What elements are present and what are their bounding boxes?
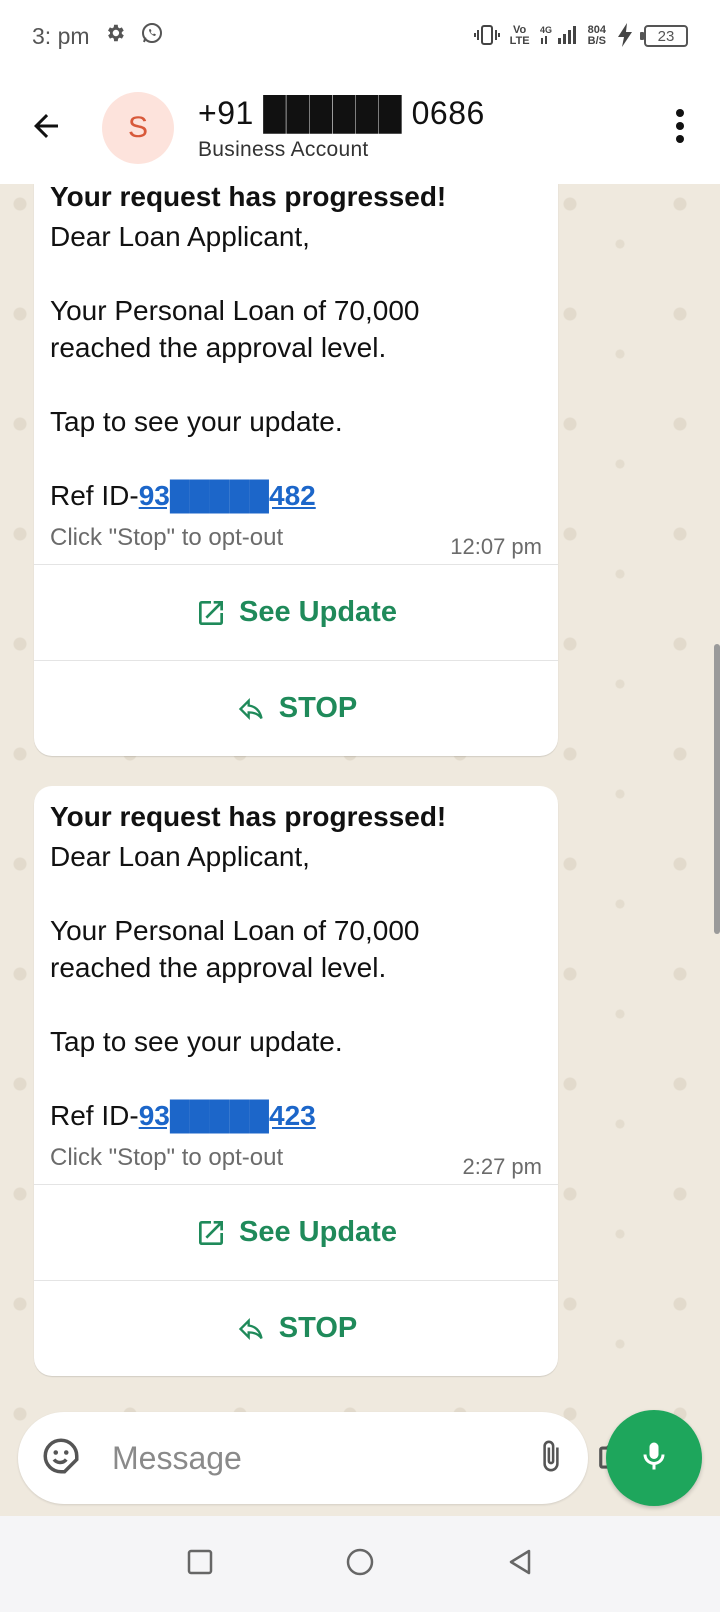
chat-header: S +91 ██████ 0686 Business Account [0,72,720,184]
triangle-back-icon [505,1547,535,1582]
message-body: Your request has progressed! Dear Loan A… [34,786,558,1184]
whatsapp-icon [140,21,164,51]
message-time: 12:07 pm [450,534,542,559]
see-update-button[interactable]: See Update [34,564,558,660]
attach-button[interactable] [534,1430,568,1486]
ref-id-line: Ref ID-93█████423 [50,1097,542,1134]
sticker-icon [40,1435,82,1482]
voice-message-button[interactable] [606,1410,702,1506]
status-right: Vo LTE 4G 804 B/S 23 [473,22,688,50]
square-icon [186,1548,214,1581]
contact-name: +91 ██████ 0686 [198,94,485,131]
ref-id-prefix: Ref ID- [50,1100,139,1131]
message-bubble[interactable]: Your request has progressed! Dear Loan A… [34,786,558,1376]
stop-button[interactable]: STOP [34,660,558,756]
overflow-menu-button[interactable] [640,72,720,184]
contact-avatar[interactable]: S [102,92,174,164]
status-left: 3: pm [32,21,164,51]
message-footer: Click "Stop" to opt-out 12:07 pm [50,524,542,564]
volte-indicator: Vo LTE [510,25,530,47]
chat-area[interactable]: Your request has progressed! Dear Loan A… [0,184,720,1516]
open-external-icon [195,1217,227,1249]
message-body: Your request has progressed! Dear Loan A… [34,184,558,564]
ref-id-link[interactable]: 93█████482 [139,480,316,511]
back-button[interactable] [0,72,92,184]
reply-arrow-icon [235,695,267,723]
contact-info[interactable]: +91 ██████ 0686 Business Account [198,95,485,162]
recents-button[interactable] [170,1534,230,1594]
scrollbar-thumb[interactable] [714,644,720,934]
microphone-icon [636,1436,672,1481]
message-bubble[interactable]: Your request has progressed! Dear Loan A… [34,184,558,756]
open-external-icon [195,597,227,629]
arrow-left-icon [28,108,64,149]
back-nav-button[interactable] [490,1534,550,1594]
settings-gear-icon [104,22,126,50]
message-title: Your request has progressed! [50,801,447,832]
ref-id-link[interactable]: 93█████423 [139,1100,316,1131]
contact-subtitle: Business Account [198,137,369,161]
see-update-button[interactable]: See Update [34,1184,558,1280]
message-greeting: Dear Loan Applicant, [50,841,310,872]
optout-text: Click "Stop" to opt-out [50,524,284,551]
message-time: 2:27 pm [462,1154,543,1179]
reply-arrow-icon [235,1315,267,1343]
net-speed: 804 B/S [588,25,606,47]
vibrate-icon [473,24,500,49]
ref-id-prefix: Ref ID- [50,480,139,511]
ref-id-line: Ref ID-93█████482 [50,477,542,514]
stop-label: STOP [278,692,358,724]
home-button[interactable] [330,1534,390,1594]
optout-text: Click "Stop" to opt-out [50,1144,284,1171]
more-vert-icon [675,108,685,149]
system-nav-bar [0,1516,720,1612]
status-time: 3: pm [32,22,90,49]
message-greeting: Dear Loan Applicant, [50,221,310,252]
battery-indicator: 23 [640,25,688,47]
message-title: Your request has progressed! [50,184,447,212]
charging-bolt-icon [616,22,634,50]
paperclip-icon [534,1436,568,1481]
see-update-label: See Update [239,1216,397,1248]
message-text: Your Personal Loan of 70,000 reached the… [50,915,420,983]
stop-label: STOP [278,1312,358,1344]
volte-bottom: LTE [509,35,530,47]
message-text: Your Personal Loan of 70,000 reached the… [50,295,420,363]
circle-icon [345,1547,375,1582]
message-tap-text: Tap to see your update. [50,406,343,437]
net-speed-unit: B/S [587,35,606,47]
signal-4g-icon: 4G [540,24,578,49]
see-update-label: See Update [239,596,397,628]
message-composer [18,1412,631,1504]
stop-button[interactable]: STOP [34,1280,558,1376]
message-footer: Click "Stop" to opt-out 2:27 pm [50,1144,542,1184]
emoji-sticker-button[interactable] [40,1430,82,1486]
message-input[interactable] [110,1438,534,1478]
message-tap-text: Tap to see your update. [50,1026,343,1057]
status-bar: 3: pm Vo LTE 4G 804 B/S 23 [0,0,720,72]
svg-text:4G: 4G [540,25,552,35]
